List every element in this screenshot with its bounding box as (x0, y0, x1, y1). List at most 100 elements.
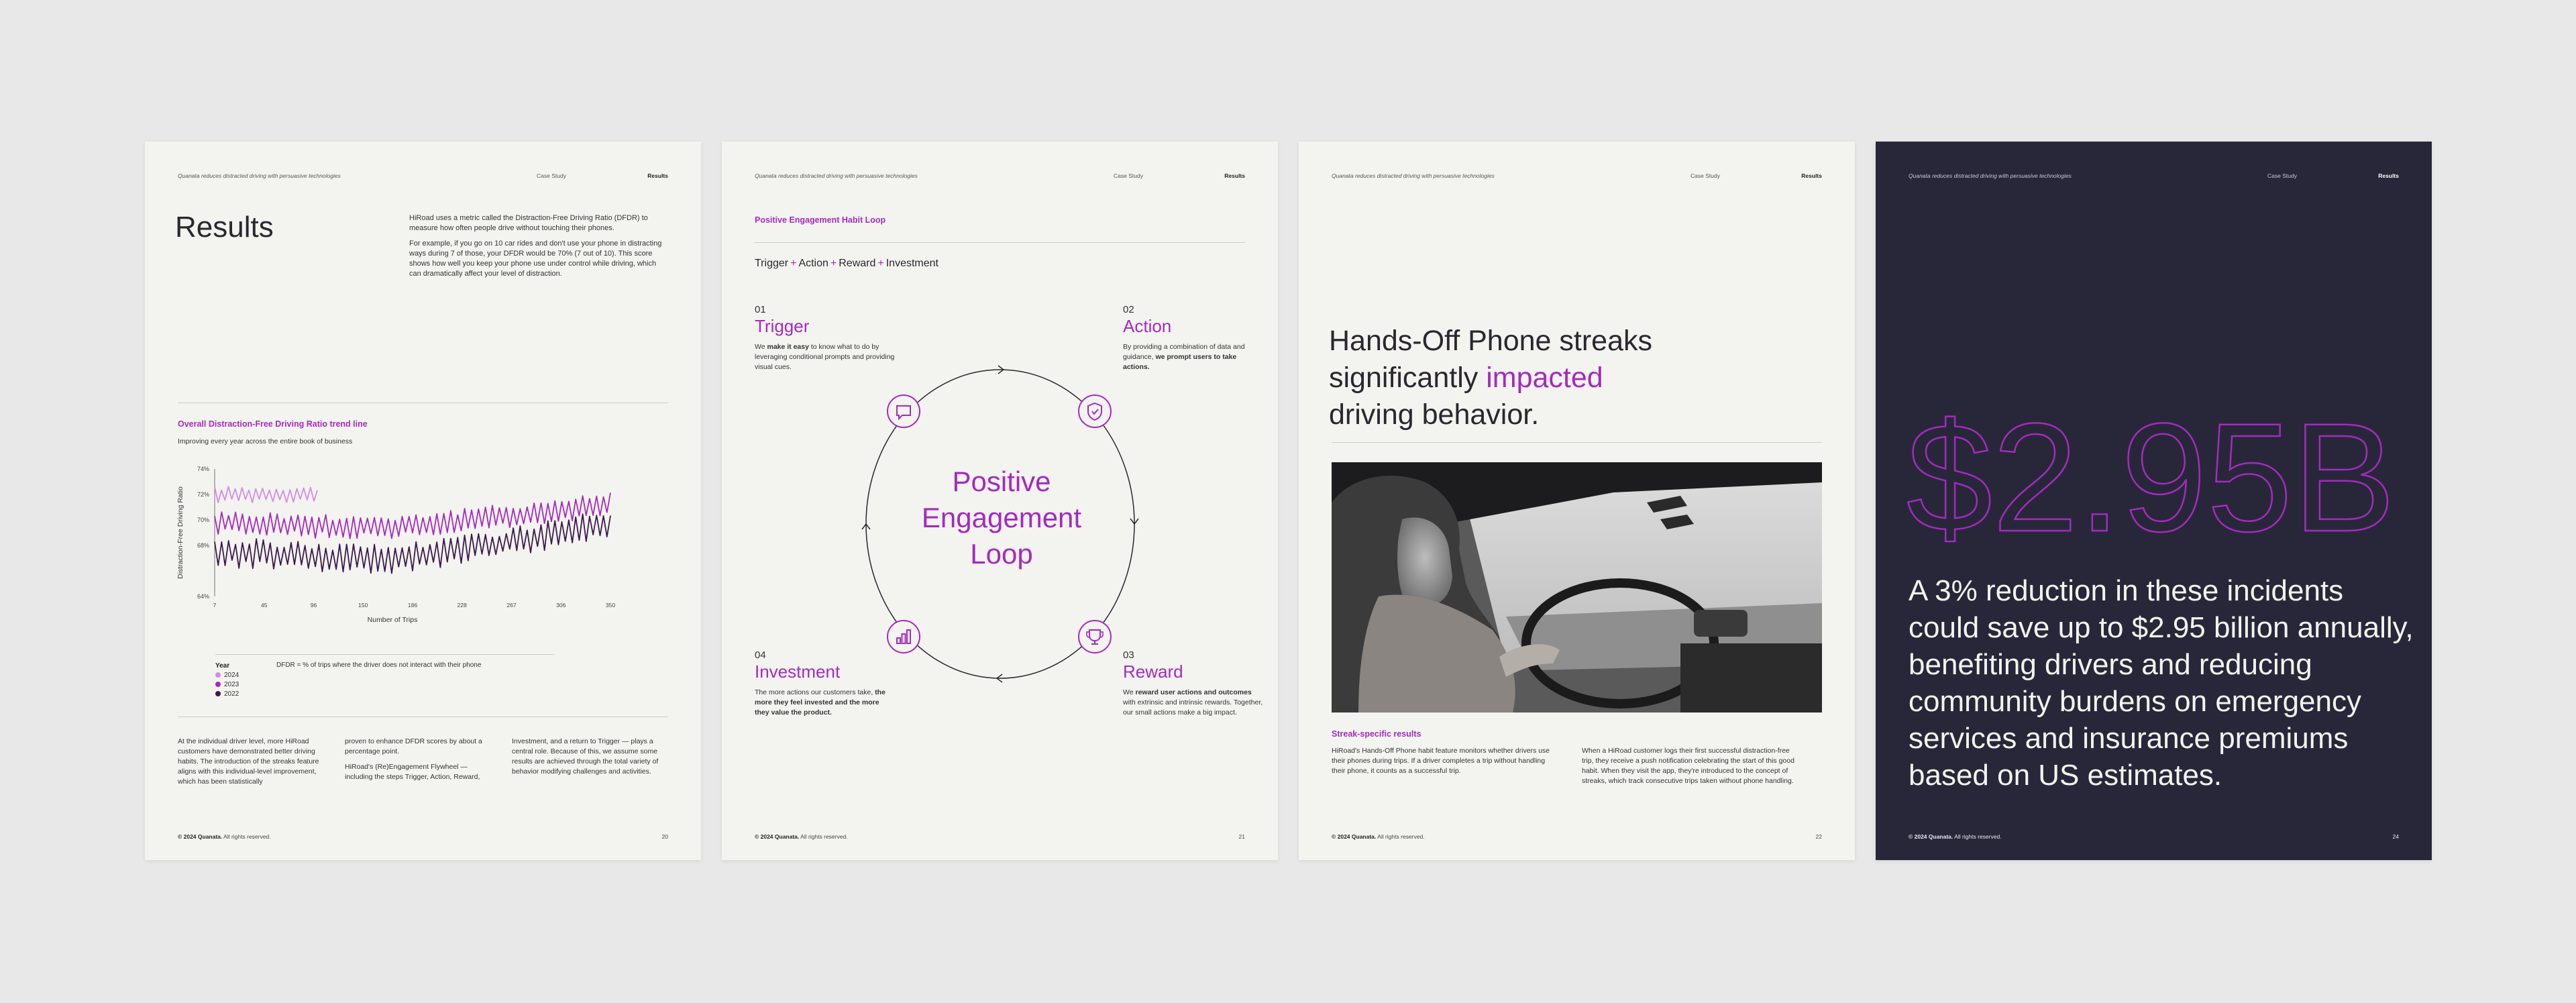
header-section: Results (1224, 172, 1245, 179)
chat-icon (887, 394, 920, 428)
header-doc-type: Case Study (1114, 172, 1143, 179)
y-tick-label: 68% (197, 542, 209, 549)
formula-plus: + (877, 258, 884, 269)
x-tick-label: 186 (408, 602, 417, 609)
savings-statement: A 3% reduction in these incidents could … (1909, 574, 2414, 792)
page-title: Results (175, 211, 274, 244)
step-description: We reward user actions and outcomes with… (1123, 688, 1264, 718)
step-text: with extrinsic and intrinsic rewards. To… (1123, 698, 1263, 717)
loop-title-line: Loop (970, 538, 1033, 570)
footer-rights: All rights reserved. (222, 833, 271, 840)
footer-copyright: © 2024 Quanata. All rights reserved. (1332, 833, 1425, 840)
formula-term: Investment (885, 258, 938, 269)
section-title: Positive Engagement Habit Loop (755, 215, 886, 225)
headline-line: Hands-Off Phone streaks (1329, 325, 1653, 357)
step-reward: 03 Reward We reward user actions and out… (1123, 649, 1264, 718)
footer-copyright: © 2024 Quanata. All rights reserved. (1909, 833, 2002, 840)
chart-subtitle: Improving every year across the entire b… (178, 437, 353, 445)
x-tick-label: 45 (261, 602, 268, 609)
series-line-2022 (214, 513, 611, 574)
page-results-chart: Quanata reduces distracted driving with … (145, 142, 701, 860)
divider (1332, 442, 1822, 443)
page-number: 21 (1238, 833, 1245, 840)
step-description: By providing a combination of data and g… (1123, 342, 1264, 372)
y-tick-label: 64% (197, 593, 209, 600)
legend-item-2022: 2022 (215, 690, 239, 699)
footer-brand: © 2024 Quanata. (178, 833, 223, 840)
page-number: 24 (2392, 833, 2399, 840)
header-section: Results (1801, 172, 1822, 179)
x-tick-label: 350 (606, 602, 615, 609)
trophy-icon (1078, 620, 1112, 653)
page-header: Quanata reduces distracted driving with … (755, 172, 1245, 182)
step-description: The more actions our customers take, the… (755, 688, 896, 718)
step-text: We (755, 343, 767, 351)
step-number: 02 (1123, 304, 1134, 315)
x-tick-label: 306 (556, 602, 566, 609)
step-number: 04 (755, 649, 766, 661)
page-number: 22 (1815, 833, 1822, 840)
x-tick-label: 96 (311, 602, 317, 609)
body-column-2: proven to enhance DFDR scores by about a… (345, 737, 496, 788)
legend-item-2023: 2023 (215, 680, 239, 690)
legend-item-2024: 2024 (215, 671, 239, 680)
dfdr-line-chart: 64% 68% 70% 72% 74% 7 45 96 150 186 228 267 306 350 Nu… (176, 466, 615, 624)
formula-term: Action (798, 258, 828, 269)
step-text-bold: reward user actions and outcomes (1135, 688, 1252, 696)
shield-check-icon (1078, 394, 1112, 428)
y-tick-label: 72% (197, 491, 209, 498)
header-section: Results (647, 172, 668, 179)
step-number: 03 (1123, 649, 1134, 661)
page-header: Quanata reduces distracted driving with … (178, 172, 668, 182)
page-header: Quanata reduces distracted driving with … (1909, 172, 2399, 182)
chart-legend: Year 2024 2023 2022 (215, 662, 239, 699)
footer-copyright: © 2024 Quanata. All rights reserved. (755, 833, 848, 840)
step-name: Trigger (755, 316, 810, 336)
headline-highlight: impacted (1486, 362, 1603, 394)
step-description: We make it easy to know what to do by le… (755, 342, 896, 372)
footer-rights: All rights reserved. (1376, 833, 1425, 840)
loop-title: Positive Engagement Loop (911, 464, 1092, 572)
page-headline: Hands-Off Phone streaks significantly im… (1329, 323, 1799, 433)
page-streaks: Quanata reduces distracted driving with … (1299, 142, 1855, 860)
dfdr-definition-note: DFDR = % of trips where the driver does … (276, 662, 482, 669)
big-number: $2.95B (1907, 403, 2396, 551)
x-tick-label: 7 (213, 602, 217, 609)
x-axis-label: Number of Trips (368, 616, 418, 624)
step-number: 01 (755, 304, 766, 315)
y-tick-label: 70% (197, 517, 209, 523)
intro-text: HiRoad uses a metric called the Distract… (409, 213, 669, 284)
step-text-bold: make it easy (767, 343, 809, 351)
body-paragraph: proven to enhance DFDR scores by about a… (345, 737, 482, 755)
formula-term: Trigger (755, 258, 789, 269)
step-name: Investment (755, 662, 841, 682)
header-doc-title: Quanata reduces distracted driving with … (1909, 172, 2072, 179)
page-savings: Quanata reduces distracted driving with … (1876, 142, 2432, 860)
step-action: 02 Action By providing a combination of … (1123, 304, 1264, 372)
divider (755, 242, 1245, 243)
body-column-1: HiRoad's Hands-Off Phone habit feature m… (1332, 747, 1550, 775)
big-figure: $2.95B (1906, 403, 2396, 551)
footer-brand: © 2024 Quanata. (1909, 833, 1953, 840)
page-footer: © 2024 Quanata. All rights reserved. 20 (178, 833, 668, 841)
page-number: 20 (661, 833, 668, 840)
footer-rights: All rights reserved. (1953, 833, 2002, 840)
body-paragraph: At the individual driver level, more HiR… (178, 737, 319, 786)
legend-dot (215, 672, 221, 678)
footer-copyright: © 2024 Quanata. All rights reserved. (178, 833, 271, 840)
x-tick-label: 267 (506, 602, 516, 609)
footer-brand: © 2024 Quanata. (1332, 833, 1377, 840)
chart-title: Overall Distraction-Free Driving Ratio t… (178, 419, 368, 429)
legend-label: 2024 (224, 672, 239, 679)
step-trigger: 01 Trigger We make it easy to know what … (755, 304, 896, 372)
loop-title-line: Engagement (921, 502, 1082, 533)
legend-dot (215, 682, 221, 687)
legend-label: 2022 (224, 690, 239, 698)
header-doc-type: Case Study (537, 172, 566, 179)
x-tick-label: 150 (358, 602, 368, 609)
page-footer: © 2024 Quanata. All rights reserved. 21 (755, 833, 1245, 841)
legend-title: Year (215, 662, 230, 670)
headline-text: significantly (1329, 362, 1487, 394)
y-axis-label: Distraction-Free Driving Ratio (176, 486, 184, 579)
step-name: Action (1123, 316, 1172, 336)
